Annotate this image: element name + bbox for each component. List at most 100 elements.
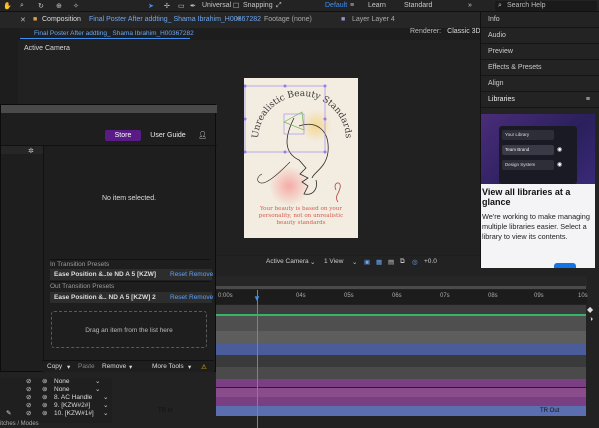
composition-tab-label[interactable]: Composition — [42, 16, 81, 23]
playhead-line[interactable] — [257, 290, 258, 428]
panel-info[interactable]: Info — [481, 12, 599, 28]
workspace-default[interactable]: Default — [325, 2, 347, 9]
reset-link[interactable]: Reset — [170, 292, 187, 303]
paste-button[interactable]: Paste — [78, 363, 95, 370]
snapshot-icon[interactable]: ◎ — [412, 258, 418, 266]
camera-select[interactable]: Active Camera — [266, 258, 309, 265]
more-tools-chevron-icon[interactable]: ▾ — [188, 363, 191, 371]
close-icon[interactable]: ✕ — [20, 16, 26, 24]
snap-icon[interactable]: ⤢ — [276, 2, 282, 10]
move-tool-icon[interactable]: ✢ — [164, 2, 170, 10]
timeline-track[interactable] — [216, 305, 586, 314]
renderer-value[interactable]: Classic 3D — [447, 28, 480, 35]
remove-link[interactable]: Remove — [189, 292, 213, 303]
more-tools-button[interactable]: More Tools — [152, 363, 184, 370]
views-select[interactable]: 1 View — [324, 258, 343, 265]
panel-align[interactable]: Align — [481, 76, 599, 92]
timeline-track[interactable] — [216, 343, 586, 355]
work-area-bar[interactable] — [216, 286, 586, 289]
parent-icon[interactable]: ⊚ — [42, 394, 47, 402]
warning-icon[interactable]: ⚠ — [201, 363, 207, 371]
out-transition-item[interactable]: Ease Position &.. ND A 5 [KZW] 2 Reset R… — [50, 292, 213, 303]
timeline-track[interactable] — [216, 397, 586, 406]
user-icon[interactable]: 👤︎ — [198, 131, 207, 139]
layer-row[interactable]: ✎ ⊘ ⊚ 10. [KZW#1#] ⌄ — [0, 410, 112, 418]
offset-value[interactable]: +0.0 — [424, 258, 437, 265]
panel-title-bar[interactable] — [1, 105, 217, 113]
marker-tr-out[interactable]: TR Out — [540, 408, 559, 414]
footage-tab[interactable]: Footage (none) — [264, 16, 312, 23]
composition-subtab[interactable]: Final Poster After addting_ Shama Ibrahi… — [20, 28, 194, 39]
reset-link[interactable]: Reset — [170, 269, 187, 280]
timeline-track[interactable] — [216, 316, 586, 331]
layer-row[interactable]: ⊘ ⊚ 8. AC Handle ⌄ — [0, 394, 112, 402]
store-button[interactable]: Store — [105, 130, 141, 141]
timeline-track[interactable] — [216, 355, 586, 367]
workspace-standard[interactable]: Standard — [404, 2, 432, 9]
parent-icon[interactable]: ⊚ — [42, 378, 47, 386]
workspace-learn[interactable]: Learn — [368, 2, 386, 9]
region-icon[interactable]: ⧉ — [400, 258, 405, 266]
timeline-track[interactable] — [216, 406, 586, 416]
rect-tool-icon[interactable]: ▭ — [178, 2, 185, 10]
gear-icon[interactable]: ✲ — [28, 147, 34, 155]
layer-row[interactable]: ⊘ ⊚ 9. [KZW#2#] ⌄ — [0, 402, 112, 410]
poster-canvas[interactable]: Unrealistic Beauty Standards Your beauty… — [244, 78, 358, 238]
selection-tool-icon[interactable]: ➤ — [148, 2, 154, 10]
zoom-tool-icon[interactable]: ⌕ — [20, 2, 24, 10]
timeline-track[interactable] — [216, 388, 586, 397]
copy-button[interactable]: Copy — [47, 363, 62, 370]
search-input[interactable]: Search Help — [507, 2, 546, 9]
drop-zone[interactable]: Drag an item from the list here — [51, 311, 207, 348]
workspace-overflow-icon[interactable]: » — [468, 2, 472, 9]
parent-icon[interactable]: ⊚ — [42, 410, 47, 418]
remove-link[interactable]: Remove — [189, 269, 213, 280]
chevron-down-icon[interactable]: ⌄ — [103, 410, 108, 418]
parent-icon[interactable]: ⊚ — [42, 386, 47, 394]
chevron-down-icon[interactable]: ⌄ — [103, 394, 108, 402]
link-icon[interactable]: ⊘ — [26, 378, 31, 386]
link-icon[interactable]: ⊘ — [26, 386, 31, 394]
panel-preview[interactable]: Preview — [481, 44, 599, 60]
link-icon[interactable]: ⊘ — [26, 410, 31, 418]
timeline-track[interactable] — [216, 331, 586, 343]
link-icon[interactable]: ⊘ — [26, 394, 31, 402]
timeline-track[interactable] — [216, 379, 586, 387]
copy-chevron-icon[interactable]: ▾ — [67, 363, 70, 371]
panel-audio[interactable]: Audio — [481, 28, 599, 44]
marker-tr-in[interactable]: TR In — [158, 408, 173, 414]
remove-chevron-icon[interactable]: ▾ — [129, 363, 132, 371]
composition-menu-icon[interactable]: ≡ — [236, 16, 240, 23]
layer-row[interactable]: ⊘ ⊚ None ⌄ — [0, 386, 112, 394]
transparency-icon[interactable]: ▤ — [388, 258, 394, 266]
in-transition-item[interactable]: Ease Position &..te ND A 5 [KZW] Reset R… — [50, 269, 213, 280]
hand-tool-icon[interactable]: ✋ — [3, 2, 12, 10]
playhead-handle-icon[interactable]: ▼ — [253, 294, 261, 303]
snapping-checkbox[interactable]: ☐ — [233, 2, 239, 10]
switches-modes-toggle[interactable]: itches / Modes — [0, 421, 39, 427]
layer-tab[interactable]: Layer Layer 4 — [352, 16, 395, 23]
pen-tool-icon[interactable]: ✒ — [190, 2, 196, 10]
fast-preview-icon[interactable]: ▦ — [376, 258, 382, 266]
chevron-down-icon[interactable]: ⌄ — [95, 378, 100, 386]
link-icon[interactable]: ⊘ — [26, 402, 31, 410]
chevron-down-icon[interactable]: ⌄ — [103, 402, 108, 410]
chevron-down-icon[interactable]: ⌄ — [95, 386, 100, 394]
rotate-tool-icon[interactable]: ↻ — [38, 2, 44, 10]
edit-icon[interactable]: ✎ — [6, 410, 11, 418]
libraries-menu-icon[interactable]: ≡ — [586, 92, 590, 108]
workspace-menu-icon[interactable]: ≡ — [350, 2, 354, 9]
effect-icon[interactable]: ◑ — [589, 316, 593, 323]
pan-tool-icon[interactable]: ⊕ — [56, 2, 62, 10]
time-ruler[interactable]: 0:00s 04s 05s 06s 07s 08s 09s 10s — [214, 290, 588, 304]
views-chevron-icon[interactable]: ⌄ — [352, 258, 357, 266]
remove-button[interactable]: Remove — [102, 363, 126, 370]
panel-effects-presets[interactable]: Effects & Presets — [481, 60, 599, 76]
pin-tool-icon[interactable]: ✧ — [73, 2, 79, 10]
layer-row[interactable]: ⊘ ⊚ None ⌄ — [0, 378, 112, 386]
search-field[interactable]: ⌕ Search Help — [495, 1, 597, 11]
keyframe-icon[interactable]: ◆ — [587, 305, 593, 314]
timeline-track[interactable] — [216, 367, 586, 379]
toggle-grid-icon[interactable]: ▣ — [364, 258, 370, 266]
camera-chevron-icon[interactable]: ⌄ — [310, 258, 315, 266]
